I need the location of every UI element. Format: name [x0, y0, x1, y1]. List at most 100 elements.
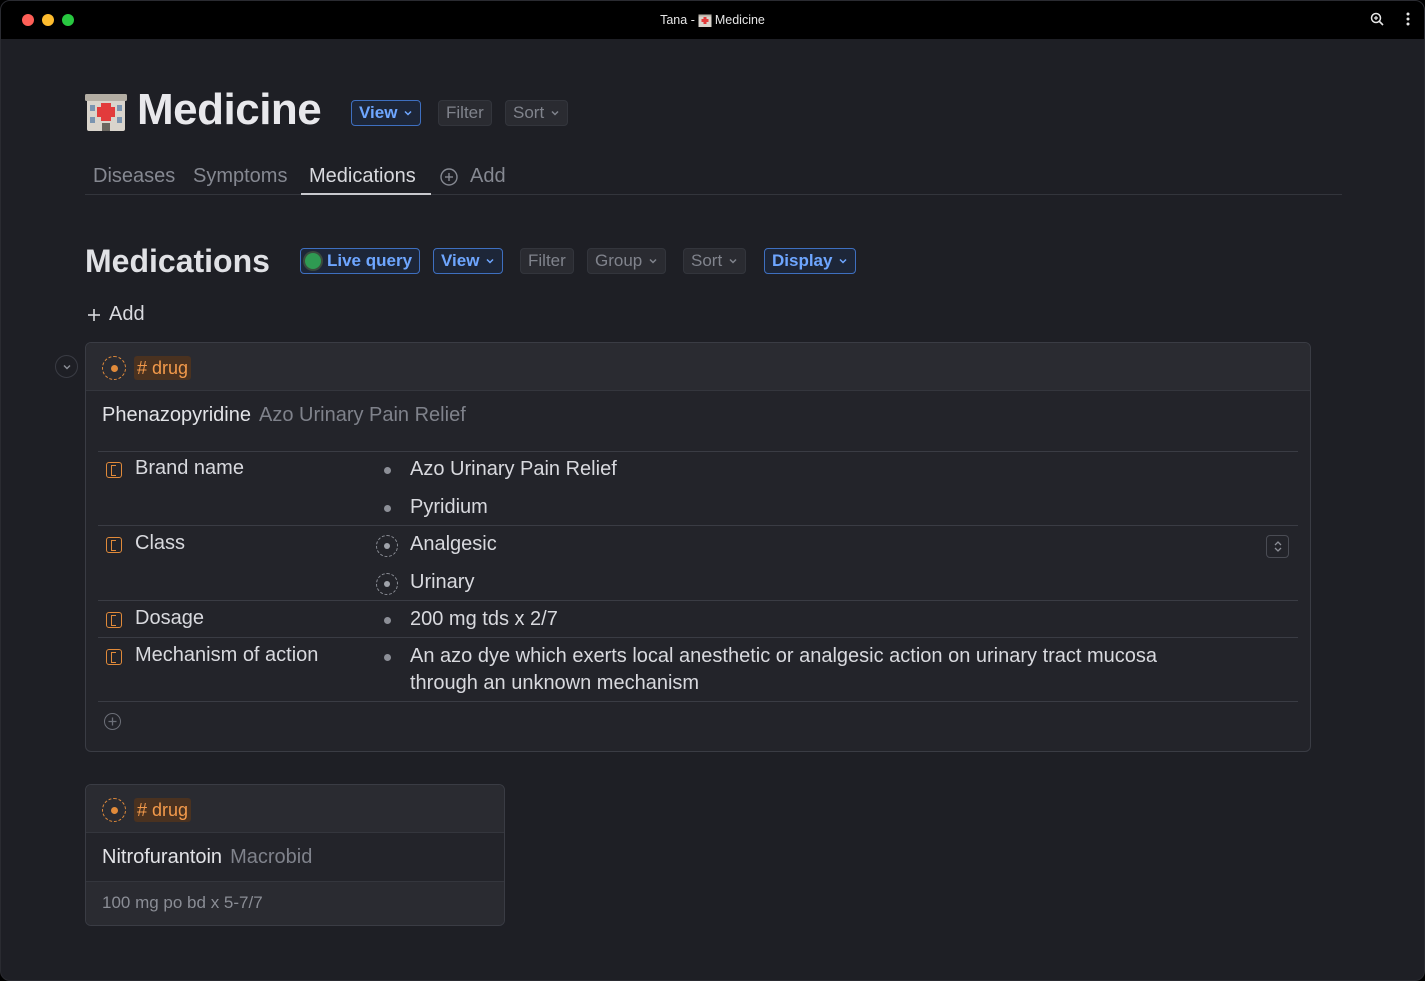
page-sort-button[interactable]: Sort: [505, 100, 569, 126]
plus-icon: [88, 308, 100, 321]
tab-add[interactable]: Add: [440, 165, 506, 188]
collapse-card-button[interactable]: [55, 355, 78, 378]
node-subtitle: Azo Urinary Pain Relief: [259, 404, 466, 426]
plus-icon: [108, 717, 117, 726]
add-circle-icon: [440, 167, 458, 186]
card-footer-text: 100 mg po bd x 5-7/7: [102, 893, 263, 912]
card-header: # drug: [86, 785, 504, 833]
section-view-label: View: [441, 251, 480, 270]
field-row-mechanism: Mechanism of action An azo dye which exe…: [98, 637, 1298, 702]
add-field-button[interactable]: [104, 713, 121, 730]
field-value-continued[interactable]: through an unknown mechanism: [410, 670, 699, 697]
bullet-icon[interactable]: [384, 467, 391, 474]
tab-diseases[interactable]: Diseases: [93, 165, 175, 188]
window-title-app: Tana -: [660, 13, 695, 27]
zoom-icon[interactable]: [1370, 12, 1384, 26]
active-tab-indicator: [301, 193, 431, 195]
tab-medications[interactable]: Medications: [309, 165, 416, 188]
close-window-button[interactable]: [22, 14, 34, 26]
section-group-button[interactable]: Group: [587, 248, 667, 274]
page-filter-label: Filter: [446, 103, 484, 122]
page-sort-label: Sort: [513, 103, 545, 122]
add-node-button[interactable]: Add: [87, 303, 145, 326]
hospital-icon: [698, 14, 712, 27]
chevron-down-icon: [486, 258, 494, 264]
section-sort-button[interactable]: Sort: [683, 248, 747, 274]
tab-add-label: Add: [470, 165, 506, 187]
title-bar: Tana - Medicine: [1, 1, 1424, 39]
hospital-icon: [85, 91, 127, 131]
section-sort-label: Sort: [691, 251, 723, 270]
field-value[interactable]: 200 mg tds x 2/7: [410, 606, 558, 633]
section-display-button[interactable]: Display: [764, 248, 857, 274]
view-tabs: Diseases Symptoms Medications Add: [85, 161, 1342, 195]
chevron-down-icon: [404, 110, 412, 116]
section-title: Medications: [85, 243, 270, 279]
field-icon[interactable]: [106, 537, 122, 553]
chevron-down-icon: [729, 258, 737, 264]
up-down-chevron-icon: [1274, 541, 1281, 552]
chevron-down-icon: [551, 110, 559, 116]
chevron-down-icon: [839, 258, 848, 264]
chevron-down-icon: [649, 258, 657, 264]
card-footer: 100 mg po bd x 5-7/7: [86, 881, 504, 925]
field-name[interactable]: Dosage: [135, 607, 204, 630]
add-node-label: Add: [109, 303, 145, 325]
app-window: Tana - Medicine Medicine View Filter Sor…: [0, 0, 1425, 981]
node-name: Nitrofurantoin: [102, 846, 223, 868]
field-name[interactable]: Mechanism of action: [135, 644, 318, 667]
minimize-window-button[interactable]: [42, 14, 54, 26]
window-title-page: Medicine: [714, 13, 765, 27]
field-value[interactable]: Urinary: [410, 569, 474, 596]
node-name: Phenazopyridine: [102, 404, 251, 426]
node-title[interactable]: Nitrofurantoin Macrobid: [102, 846, 312, 869]
page-filter-button[interactable]: Filter: [438, 100, 492, 126]
page-view-button[interactable]: View: [351, 100, 422, 126]
field-value[interactable]: Pyridium: [410, 494, 488, 521]
field-name[interactable]: Brand name: [135, 457, 244, 480]
field-icon[interactable]: [106, 649, 122, 665]
tag-bullet-icon[interactable]: [102, 798, 126, 822]
section-group-label: Group: [595, 251, 643, 270]
page-view-label: View: [359, 103, 398, 122]
field-value[interactable]: Azo Urinary Pain Relief: [410, 456, 617, 483]
live-query-label: Live query: [327, 251, 413, 270]
drug-card-phenazopyridine[interactable]: # drug Phenazopyridine Azo Urinary Pain R…: [85, 342, 1311, 752]
field-row-brand-name: Brand name Azo Urinary Pain Relief Pyrid…: [98, 451, 1298, 525]
window-controls: [22, 14, 74, 26]
more-options-icon[interactable]: [1406, 12, 1410, 26]
live-query-button[interactable]: Live query: [300, 248, 421, 274]
maximize-window-button[interactable]: [62, 14, 74, 26]
tag-label[interactable]: # drug: [134, 798, 192, 822]
titlebar-actions: [1370, 12, 1410, 26]
page-title: Medicine: [137, 85, 322, 134]
reference-bullet-icon[interactable]: [376, 535, 398, 557]
main-content: Medicine View Filter Sort Diseases Sympt…: [1, 39, 1424, 980]
tag-label[interactable]: # drug: [134, 356, 192, 380]
drug-card-nitrofurantoin[interactable]: # drug Nitrofurantoin Macrobid 100 mg po …: [85, 784, 505, 926]
bullet-icon[interactable]: [384, 654, 391, 661]
section-filter-label: Filter: [528, 251, 566, 270]
bullet-icon[interactable]: [384, 617, 391, 624]
bullet-icon[interactable]: [384, 505, 391, 512]
reference-bullet-icon[interactable]: [376, 573, 398, 595]
field-value[interactable]: Analgesic: [410, 531, 497, 558]
tab-symptoms[interactable]: Symptoms: [193, 165, 287, 188]
field-icon[interactable]: [106, 612, 122, 628]
field-name[interactable]: Class: [135, 532, 185, 555]
section-filter-button[interactable]: Filter: [520, 248, 574, 274]
field-icon[interactable]: [106, 462, 122, 478]
card-header: # drug: [86, 343, 1310, 391]
field-row-class: Class Analgesic Urinary: [98, 525, 1298, 600]
node-subtitle: Macrobid: [230, 846, 313, 868]
options-selector-button[interactable]: [1266, 535, 1289, 558]
section-view-button[interactable]: View: [433, 248, 504, 274]
field-value[interactable]: An azo dye which exerts local anesthetic…: [410, 643, 1157, 670]
field-row-dosage: Dosage 200 mg tds x 2/7: [98, 600, 1298, 637]
node-title[interactable]: Phenazopyridine Azo Urinary Pain Relief: [102, 404, 466, 427]
chevron-down-icon: [63, 364, 70, 369]
live-query-icon: [305, 253, 321, 269]
tag-bullet-icon[interactable]: [102, 356, 126, 380]
window-title: Tana - Medicine: [660, 13, 765, 27]
section-display-label: Display: [772, 251, 833, 270]
